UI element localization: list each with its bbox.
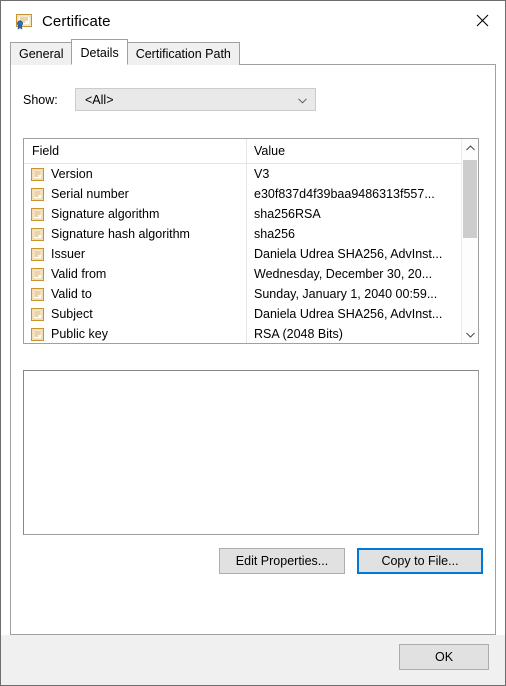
table-row[interactable]: Issuer Daniela Udrea SHA256, AdvInst... [24,244,478,264]
certificate-field-icon [31,228,44,241]
list-body: Version V3 Serial number e30f837d4f39baa948… [24,164,478,343]
field-cell: Signature algorithm [24,207,246,221]
field-name: Valid to [51,287,92,301]
show-select[interactable]: <All> [75,88,316,111]
show-select-value: <All> [76,93,114,107]
tab-details[interactable]: Details [71,39,127,65]
table-row[interactable]: Version V3 [24,164,478,184]
window-title: Certificate [42,13,111,30]
table-row[interactable]: Subject Daniela Udrea SHA256, AdvInst... [24,304,478,324]
list-scrollbar[interactable] [461,139,478,343]
certificate-fields-list[interactable]: Field Value Version V3 Serial number e30f83… [23,138,479,344]
value-cell: Daniela Udrea SHA256, AdvInst... [246,307,478,321]
tab-strip: General Details Certification Path [10,41,505,65]
certificate-dialog: Certificate General Details Certificatio… [0,0,506,686]
value-cell: e30f837d4f39baa9486313f557... [246,187,478,201]
certificate-field-icon [31,268,44,281]
certificate-icon [15,12,33,30]
column-header-field: Field [24,144,246,158]
field-name: Issuer [51,247,85,261]
edit-properties-button[interactable]: Edit Properties... [219,548,345,574]
table-row[interactable]: Valid from Wednesday, December 30, 20... [24,264,478,284]
table-row[interactable]: Valid to Sunday, January 1, 2040 00:59... [24,284,478,304]
action-buttons: Edit Properties... Copy to File... [219,548,483,574]
field-cell: Serial number [24,187,246,201]
certificate-field-icon [31,308,44,321]
show-label: Show: [23,93,75,107]
certificate-field-icon [31,188,44,201]
ok-button[interactable]: OK [399,644,489,670]
scrollbar-thumb[interactable] [463,160,477,238]
scrollbar-track[interactable] [462,156,478,326]
value-cell: sha256 [246,227,478,241]
certificate-field-icon [31,288,44,301]
field-name: Subject [51,307,93,321]
column-header-value: Value [246,139,478,164]
list-header: Field Value [24,139,478,164]
value-cell: sha256RSA [246,207,478,221]
field-name: Public key [51,327,108,341]
table-row[interactable]: Serial number e30f837d4f39baa9486313f557.… [24,184,478,204]
field-cell: Version [24,167,246,181]
field-name: Signature hash algorithm [51,227,190,241]
show-filter-row: Show: <All> [23,88,316,111]
certificate-field-icon [31,328,44,341]
copy-to-file-button[interactable]: Copy to File... [357,548,483,574]
field-cell: Public key [24,327,246,341]
value-cell: RSA (2048 Bits) [246,327,478,341]
field-name: Version [51,167,93,181]
chevron-down-icon [298,93,307,107]
value-cell: Daniela Udrea SHA256, AdvInst... [246,247,478,261]
field-name: Signature algorithm [51,207,159,221]
value-cell: Wednesday, December 30, 20... [246,267,478,281]
list-rows: Version V3 Serial number e30f837d4f39baa948… [24,164,478,343]
field-name: Valid from [51,267,106,281]
field-cell: Valid to [24,287,246,301]
dialog-footer: OK [1,635,505,685]
field-name: Serial number [51,187,129,201]
tab-certification-path[interactable]: Certification Path [127,42,240,65]
value-cell: Sunday, January 1, 2040 00:59... [246,287,478,301]
field-cell: Signature hash algorithm [24,227,246,241]
table-row[interactable]: Public key RSA (2048 Bits) [24,324,478,343]
details-tab-panel: Show: <All> Field Value Version V3 Serial … [10,64,496,635]
close-icon[interactable] [459,1,505,39]
certificate-field-icon [31,248,44,261]
column-divider [246,164,247,343]
chevron-up-icon[interactable] [462,139,478,156]
certificate-field-icon [31,168,44,181]
tab-general[interactable]: General [10,42,72,65]
table-row[interactable]: Signature algorithm sha256RSA [24,204,478,224]
field-cell: Valid from [24,267,246,281]
chevron-down-icon[interactable] [462,326,478,343]
table-row[interactable]: Signature hash algorithm sha256 [24,224,478,244]
certificate-field-icon [31,208,44,221]
title-bar: Certificate [1,1,505,41]
value-cell: V3 [246,167,478,181]
field-cell: Issuer [24,247,246,261]
field-detail-pane[interactable] [23,370,479,535]
field-cell: Subject [24,307,246,321]
